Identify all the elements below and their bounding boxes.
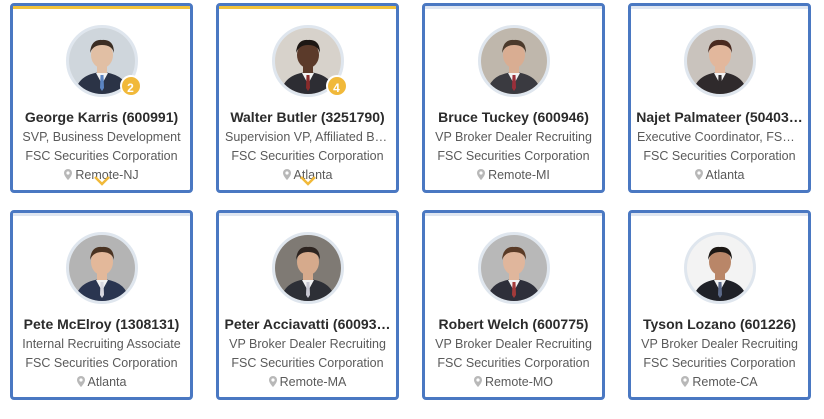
person-name[interactable]: Pete McElroy (1308131) <box>17 316 186 332</box>
card-top-accent <box>425 213 602 216</box>
location-label: Remote-MO <box>484 375 554 389</box>
avatar[interactable] <box>477 25 550 97</box>
location-pin-icon <box>473 376 482 387</box>
person-card[interactable]: Robert Welch (600775) VP Broker Dealer R… <box>422 210 605 400</box>
person-title: VP Broker Dealer Recruiting <box>435 130 592 144</box>
person-card[interactable]: Pete McElroy (1308131) Internal Recruiti… <box>10 210 193 400</box>
portrait-illustration <box>480 28 547 94</box>
portrait-illustration <box>686 235 753 301</box>
person-location: Remote-MA <box>225 375 390 389</box>
person-title: Internal Recruiting Associate <box>22 337 181 351</box>
person-location: Atlanta <box>637 168 802 182</box>
portrait-illustration <box>480 235 547 301</box>
person-card[interactable]: Tyson Lozano (601226) VP Broker Dealer R… <box>628 210 811 400</box>
card-top-accent <box>425 6 602 9</box>
person-company: FSC Securities Corporation <box>231 356 384 370</box>
person-card[interactable]: 4 Walter Butler (3251790) Supervision VP… <box>216 3 399 193</box>
person-card[interactable]: 2 George Karris (600991) SVP, Business D… <box>10 3 193 193</box>
location-pin-icon <box>694 169 703 180</box>
chevron-down-icon[interactable] <box>299 176 316 186</box>
person-name[interactable]: Peter Acciavatti (60093… <box>223 316 392 332</box>
card-top-accent <box>219 213 396 216</box>
person-card[interactable]: Bruce Tuckey (600946) VP Broker Dealer R… <box>422 3 605 193</box>
location-label: Atlanta <box>705 168 745 182</box>
avatar[interactable]: 2 <box>65 25 142 97</box>
person-company: FSC Securities Corporation <box>25 356 178 370</box>
location-pin-icon <box>681 376 690 387</box>
person-name[interactable]: Robert Welch (600775) <box>429 316 598 332</box>
location-label: Atlanta <box>87 375 127 389</box>
person-title: SVP, Business Development <box>22 130 181 144</box>
person-company: FSC Securities Corporation <box>643 356 796 370</box>
location-label: Remote-MA <box>279 375 347 389</box>
avatar[interactable] <box>477 232 550 304</box>
org-chart-grid: 2 George Karris (600991) SVP, Business D… <box>0 0 824 419</box>
person-company: FSC Securities Corporation <box>643 149 796 163</box>
person-name[interactable]: Tyson Lozano (601226) <box>635 316 804 332</box>
portrait-illustration <box>686 28 753 94</box>
location-pin-icon <box>268 376 277 387</box>
person-card[interactable]: Najet Palmateer (50403… Executive Coordi… <box>628 3 811 193</box>
direct-reports-badge[interactable]: 2 <box>119 75 142 97</box>
location-pin-icon <box>282 169 291 180</box>
card-top-accent <box>631 213 808 216</box>
person-company: FSC Securities Corporation <box>25 149 178 163</box>
person-company: FSC Securities Corporation <box>437 149 590 163</box>
card-top-accent <box>219 6 396 9</box>
person-location: Remote-MI <box>431 168 596 182</box>
portrait-illustration <box>68 235 135 301</box>
person-company: FSC Securities Corporation <box>231 149 384 163</box>
person-photo <box>477 25 550 97</box>
person-name[interactable]: Walter Butler (3251790) <box>223 109 392 125</box>
location-label: Remote-CA <box>692 375 758 389</box>
card-top-accent <box>13 6 190 9</box>
portrait-illustration <box>274 235 341 301</box>
person-name[interactable]: Bruce Tuckey (600946) <box>429 109 598 125</box>
person-photo <box>271 232 344 304</box>
chevron-down-icon[interactable] <box>93 176 110 186</box>
avatar[interactable] <box>683 25 756 97</box>
avatar[interactable]: 4 <box>271 25 348 97</box>
person-photo <box>683 232 756 304</box>
avatar[interactable] <box>683 232 756 304</box>
person-company: FSC Securities Corporation <box>437 356 590 370</box>
person-photo <box>683 25 756 97</box>
person-title: VP Broker Dealer Recruiting <box>641 337 798 351</box>
person-title: VP Broker Dealer Recruiting <box>435 337 592 351</box>
person-photo <box>65 232 138 304</box>
location-pin-icon <box>64 169 73 180</box>
person-name[interactable]: George Karris (600991) <box>17 109 186 125</box>
person-card[interactable]: Peter Acciavatti (60093… VP Broker Deale… <box>216 210 399 400</box>
person-title: Supervision VP, Affiliated Br… <box>225 130 390 144</box>
avatar[interactable] <box>271 232 344 304</box>
person-location: Atlanta <box>19 375 184 389</box>
location-label: Remote-MI <box>488 168 550 182</box>
card-top-accent <box>13 213 190 216</box>
person-photo <box>477 232 550 304</box>
location-pin-icon <box>477 169 486 180</box>
avatar[interactable] <box>65 232 138 304</box>
location-pin-icon <box>76 376 85 387</box>
person-title: Executive Coordinator, FSC… <box>637 130 802 144</box>
person-title: VP Broker Dealer Recruiting <box>229 337 386 351</box>
person-location: Remote-MO <box>431 375 596 389</box>
card-top-accent <box>631 6 808 9</box>
person-name[interactable]: Najet Palmateer (50403… <box>635 109 804 125</box>
direct-reports-badge[interactable]: 4 <box>325 75 348 97</box>
person-location: Remote-CA <box>637 375 802 389</box>
